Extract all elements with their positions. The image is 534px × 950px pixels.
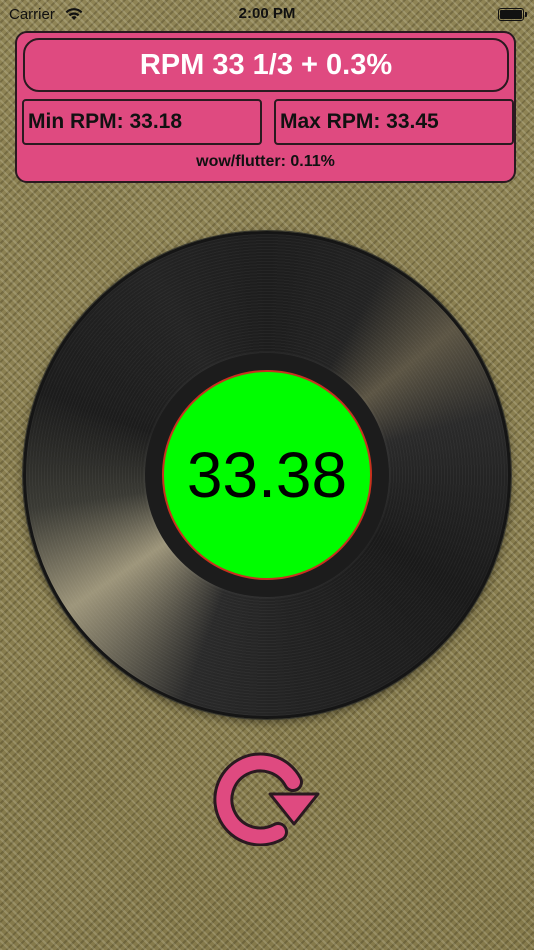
vinyl-record: 33.38 — [23, 231, 511, 719]
status-time: 2:00 PM — [238, 5, 296, 22]
status-bar: Carrier 2:00 PM — [0, 0, 534, 30]
refresh-icon — [213, 752, 320, 847]
current-rpm-label: 33.38 — [162, 370, 372, 580]
reset-button[interactable] — [210, 746, 324, 847]
readout-panel: RPM 33 1/3 + 0.3% Min RPM: 33.18 Max RPM… — [15, 31, 516, 183]
wow-flutter-display: wow/flutter: 0.11% — [196, 153, 335, 170]
min-rpm-display: Min RPM: 33.18 — [22, 99, 262, 145]
max-rpm-display: Max RPM: 33.45 — [274, 99, 514, 145]
battery-icon — [498, 8, 527, 21]
target-rpm-display: RPM 33 1/3 + 0.3% — [23, 38, 509, 92]
